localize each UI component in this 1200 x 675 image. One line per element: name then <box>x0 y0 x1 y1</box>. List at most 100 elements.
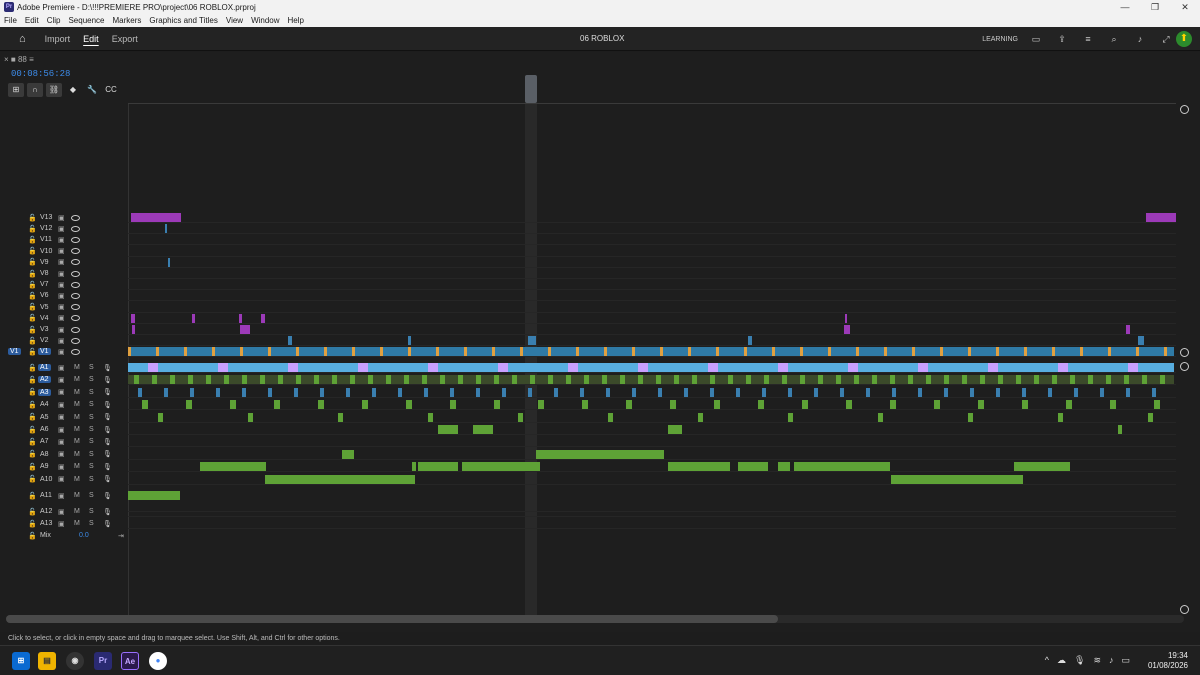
lane-v8[interactable] <box>128 268 1176 279</box>
avatar[interactable]: ⬆ <box>1176 31 1192 47</box>
clip-a3[interactable] <box>736 387 740 397</box>
clip-a2[interactable] <box>638 375 643 385</box>
clip-a4[interactable] <box>758 400 764 410</box>
obs-icon[interactable]: ◉ <box>66 652 84 670</box>
clip-v3[interactable] <box>1126 325 1130 334</box>
lock-icon[interactable]: 🔓 <box>28 492 37 500</box>
clip-a11[interactable] <box>128 491 180 500</box>
clip-a2[interactable] <box>1160 375 1165 385</box>
track-name[interactable]: V1 <box>38 348 51 356</box>
lock-icon[interactable]: 🔓 <box>28 225 37 233</box>
clip-a3[interactable] <box>1100 387 1104 397</box>
clip-a2[interactable] <box>800 375 805 385</box>
clip-a1-accent[interactable] <box>218 363 228 372</box>
track-name[interactable]: V7 <box>40 281 49 288</box>
clip-a3[interactable] <box>346 387 350 397</box>
solo-button[interactable]: S <box>89 463 94 470</box>
clip-v1-marker[interactable] <box>828 347 831 357</box>
clip-a4[interactable] <box>978 400 984 410</box>
clip-a2[interactable] <box>656 375 661 385</box>
clip-a2[interactable] <box>764 375 769 385</box>
clip-a4[interactable] <box>362 400 368 410</box>
clip-a1[interactable] <box>128 363 1174 372</box>
clip-a8[interactable] <box>342 449 354 459</box>
clip-v2[interactable] <box>748 336 752 346</box>
mute-button[interactable]: M <box>74 389 80 396</box>
sync-lock-icon[interactable]: ▣ <box>58 520 65 528</box>
clip-a2[interactable] <box>620 375 625 385</box>
microphone-icon[interactable]: 🎙 <box>103 475 112 483</box>
clip-a4[interactable] <box>934 400 940 410</box>
clip-a2[interactable] <box>1034 375 1039 385</box>
sync-lock-icon[interactable]: ▣ <box>58 270 65 278</box>
timeline-panel-label[interactable]: × ■ 88 ≡ <box>4 55 34 64</box>
lock-icon[interactable]: 🔓 <box>28 532 37 540</box>
mix-value[interactable]: 0.0 <box>79 532 89 539</box>
lock-icon[interactable]: 🔓 <box>28 258 37 266</box>
clip-a8[interactable] <box>536 449 664 459</box>
lane-a10[interactable] <box>128 474 1176 485</box>
clip-a3[interactable] <box>970 387 974 397</box>
track-name[interactable]: V3 <box>40 326 49 333</box>
file-explorer-icon[interactable]: ▤ <box>38 652 56 670</box>
clip-v1-marker[interactable] <box>156 347 159 357</box>
clip-a2[interactable] <box>728 375 733 385</box>
clip-a3[interactable] <box>476 387 480 397</box>
clip-a2[interactable] <box>818 375 823 385</box>
track-name[interactable]: V8 <box>40 270 49 277</box>
scroll-audio-handle[interactable] <box>1180 362 1189 371</box>
clip-a3[interactable] <box>268 387 272 397</box>
clip-a3[interactable] <box>996 387 1000 397</box>
clip-a2[interactable] <box>530 375 535 385</box>
lane-v4[interactable] <box>128 313 1176 324</box>
solo-button[interactable]: S <box>89 476 94 483</box>
clip-v1-marker[interactable] <box>996 347 999 357</box>
clip-v1-marker[interactable] <box>1136 347 1139 357</box>
lane-a6[interactable] <box>128 424 1176 435</box>
lock-icon[interactable]: 🔓 <box>28 292 37 300</box>
clip-a3[interactable] <box>216 387 220 397</box>
microphone-icon[interactable]: 🎙 <box>103 401 112 409</box>
microphone-icon[interactable]: 🎙 <box>103 438 112 446</box>
clip-a3[interactable] <box>190 387 194 397</box>
track-name[interactable]: V11 <box>40 236 52 243</box>
clip-a9[interactable] <box>794 462 890 472</box>
solo-button[interactable]: S <box>89 492 94 499</box>
clip-v1-marker[interactable] <box>604 347 607 357</box>
clip-a2[interactable] <box>296 375 301 385</box>
clip-a3[interactable] <box>606 387 610 397</box>
clip-a1-accent[interactable] <box>918 363 928 372</box>
clip-a2[interactable] <box>584 375 589 385</box>
clip-a2[interactable] <box>512 375 517 385</box>
clip-v1-marker[interactable] <box>296 347 299 357</box>
microphone-icon[interactable]: 🎙 <box>103 520 112 528</box>
workspaces-icon[interactable]: ≡ <box>1078 31 1098 47</box>
clip-a2[interactable] <box>1052 375 1057 385</box>
clip-a4[interactable] <box>186 400 192 410</box>
clip-a2[interactable] <box>1088 375 1093 385</box>
clip-a3[interactable] <box>528 387 532 397</box>
sync-lock-icon[interactable]: ▣ <box>58 388 65 396</box>
clip-a10[interactable] <box>265 474 415 484</box>
eye-icon[interactable] <box>71 225 80 232</box>
clip-a4[interactable] <box>1110 400 1116 410</box>
track-name[interactable]: V10 <box>40 248 52 255</box>
clip-v1-marker[interactable] <box>548 347 551 357</box>
microphone-icon[interactable]: 🎙 <box>103 450 112 458</box>
solo-button[interactable]: S <box>89 426 94 433</box>
clip-a2[interactable] <box>872 375 877 385</box>
fullscreen-icon[interactable]: ⤢ <box>1156 31 1176 47</box>
clip-a2[interactable] <box>602 375 607 385</box>
clip-a2[interactable] <box>476 375 481 385</box>
clip-a5[interactable] <box>788 412 793 422</box>
clip-a2[interactable] <box>170 375 175 385</box>
mute-button[interactable]: M <box>74 476 80 483</box>
clip-a4[interactable] <box>714 400 720 410</box>
lane-v9[interactable] <box>128 257 1176 268</box>
menu-window[interactable]: Window <box>251 16 279 25</box>
lane-v11[interactable] <box>128 234 1176 246</box>
clip-v1-marker[interactable] <box>436 347 439 357</box>
lock-icon[interactable]: 🔓 <box>28 376 37 384</box>
clip-a4[interactable] <box>230 400 236 410</box>
lock-icon[interactable]: 🔓 <box>28 508 37 516</box>
